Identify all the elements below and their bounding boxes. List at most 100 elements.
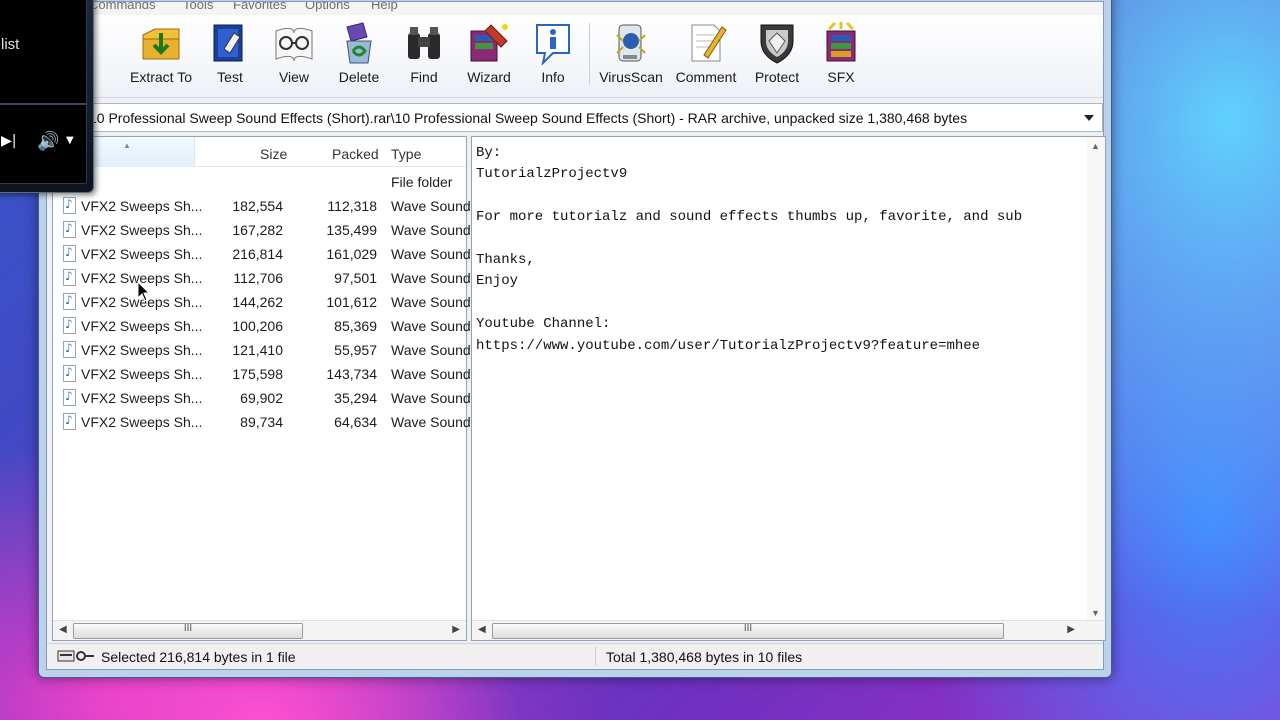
chevron-down-icon[interactable]: ▼ (66, 135, 74, 146)
scroll-left-icon[interactable]: ◀ (478, 624, 486, 635)
folder-up-row[interactable]: File folder (53, 170, 466, 194)
row-size: 175,598 (232, 366, 283, 382)
scroll-up-icon[interactable]: ▲ (1091, 141, 1100, 151)
grip-icon: III (183, 623, 193, 634)
test-icon (208, 21, 252, 65)
sort-ascending-icon: ▲ (123, 141, 131, 150)
file-row[interactable]: VFX2 Sweeps Sh... 121,410 55,957 Wave So… (53, 338, 471, 362)
file-row[interactable]: VFX2 Sweeps Sh... 69,902 35,294 Wave Sou… (53, 386, 471, 410)
row-name: VFX2 Sweeps Sh... (81, 198, 203, 214)
next-track-icon[interactable]: ▶| (1, 133, 16, 149)
toolbar: d Extract To (47, 15, 1103, 98)
menu-options[interactable]: Options (305, 2, 350, 12)
wave-file-icon (63, 221, 76, 238)
file-row[interactable]: VFX2 Sweeps Sh... 167,282 135,499 Wave S… (53, 218, 471, 242)
wave-file-icon (63, 389, 76, 406)
file-row[interactable]: VFX2 Sweeps Sh... 175,598 143,734 Wave S… (53, 362, 471, 386)
sfx-label: SFX (827, 69, 855, 85)
info-label: Info (541, 69, 565, 85)
row-type: Wave Sound (391, 222, 471, 238)
address-path-bar[interactable]: 10 Professional Sweep Sound Effects (Sho… (52, 103, 1103, 132)
row-size: 167,282 (232, 222, 283, 238)
drive-key-icon (57, 649, 95, 663)
wizard-button[interactable]: Wizard (456, 17, 522, 93)
row-type: Wave Sound (391, 342, 471, 358)
delete-button[interactable]: Delete (326, 17, 392, 93)
comment-button[interactable]: Comment (673, 17, 739, 93)
player-playlist-label[interactable]: list (1, 36, 19, 53)
test-button[interactable]: Test (197, 17, 263, 93)
file-row[interactable]: VFX2 Sweeps Sh... 182,554 112,318 Wave S… (53, 194, 471, 218)
row-size: 182,554 (232, 198, 283, 214)
row-name: VFX2 Sweeps Sh... (81, 390, 203, 406)
menu-favorites[interactable]: Favorites (233, 2, 286, 12)
row-size: 89,734 (240, 414, 283, 430)
file-row[interactable]: VFX2 Sweeps Sh... 100,206 85,369 Wave So… (53, 314, 471, 338)
list-header: ▲ Size Packed Type (53, 137, 466, 167)
chevron-down-icon[interactable] (1084, 115, 1094, 121)
archive-path-text: 10 Professional Sweep Sound Effects (Sho… (89, 110, 968, 126)
status-total: Total 1,380,468 bytes in 10 files (606, 649, 803, 665)
find-button[interactable]: Find (391, 17, 457, 93)
column-header-type[interactable]: Type (391, 146, 421, 162)
list-horizontal-scrollbar[interactable]: ◀ III ▶ (53, 620, 466, 640)
row-type: Wave Sound (391, 294, 471, 310)
file-row[interactable]: VFX2 Sweeps Sh... 89,734 64,634 Wave Sou… (53, 410, 471, 434)
row-type: Wave Sound (391, 198, 471, 214)
extract-to-label: Extract To (130, 69, 192, 85)
protect-button[interactable]: Protect (744, 17, 810, 93)
comment-icon (684, 21, 728, 65)
delete-icon (337, 21, 381, 65)
row-packed: 64,634 (334, 414, 377, 430)
row-packed: 112,318 (327, 198, 377, 214)
scroll-right-icon[interactable]: ▶ (1067, 624, 1075, 635)
wave-file-icon (63, 245, 76, 262)
column-header-packed[interactable]: Packed (332, 146, 379, 162)
toolbar-separator (589, 23, 590, 85)
row-packed: 85,369 (334, 318, 377, 334)
scroll-down-icon[interactable]: ▼ (1091, 608, 1100, 618)
row-packed: 161,029 (326, 246, 377, 262)
menu-tools[interactable]: Tools (183, 2, 213, 12)
row-type: Wave Sound (391, 318, 471, 334)
file-row[interactable]: VFX2 Sweeps Sh... 112,706 97,501 Wave So… (53, 266, 471, 290)
row-packed: 35,294 (334, 390, 377, 406)
row-name: VFX2 Sweeps Sh... (81, 246, 203, 262)
file-row[interactable]: VFX2 Sweeps Sh... 216,814 161,029 Wave S… (53, 242, 471, 266)
window-client-area: Commands Tools Favorites Options Help d (46, 1, 1106, 670)
comment-horizontal-scrollbar[interactable]: ◀ III ▶ (472, 620, 1105, 640)
volume-icon[interactable]: 🔊 (37, 131, 59, 152)
sfx-icon (819, 21, 863, 65)
status-bar: Selected 216,814 bytes in 1 file Total 1… (47, 643, 1103, 669)
sfx-button[interactable]: SFX (808, 17, 874, 93)
comment-vertical-scrollbar[interactable]: ▲ ▼ (1087, 137, 1105, 620)
row-type: Wave Sound (391, 246, 471, 262)
row-size: 100,206 (232, 318, 283, 334)
virusscan-button[interactable]: VirusScan (598, 17, 664, 93)
column-header-size[interactable]: Size (260, 146, 287, 162)
row-packed: 55,957 (334, 342, 377, 358)
scroll-thumb[interactable]: III (492, 623, 1004, 639)
menu-help[interactable]: Help (371, 2, 398, 12)
scroll-thumb[interactable]: III (73, 623, 303, 639)
row-size: 144,262 (232, 294, 283, 310)
wave-file-icon (63, 293, 76, 310)
status-selected: Selected 216,814 bytes in 1 file (101, 649, 296, 665)
extract-to-button[interactable]: Extract To (128, 17, 194, 93)
view-button[interactable]: View (261, 17, 327, 93)
info-button[interactable]: Info (520, 17, 586, 93)
find-binoculars-icon (402, 21, 446, 65)
menu-commands[interactable]: Commands (89, 2, 155, 12)
row-name: VFX2 Sweeps Sh... (81, 366, 203, 382)
comment-label: Comment (675, 69, 737, 85)
scroll-right-icon[interactable]: ▶ (452, 624, 460, 635)
mouse-cursor-icon (137, 281, 151, 302)
row-size: 121,410 (232, 342, 283, 358)
scroll-left-icon[interactable]: ◀ (59, 624, 67, 635)
player-seek-bar[interactable] (0, 103, 87, 105)
virusscan-icon (609, 21, 653, 65)
row-type: File folder (391, 174, 453, 190)
row-name: VFX2 Sweeps Sh... (81, 342, 203, 358)
row-name: VFX2 Sweeps Sh... (81, 318, 203, 334)
file-row[interactable]: VFX2 Sweeps Sh... 144,262 101,612 Wave S… (53, 290, 471, 314)
